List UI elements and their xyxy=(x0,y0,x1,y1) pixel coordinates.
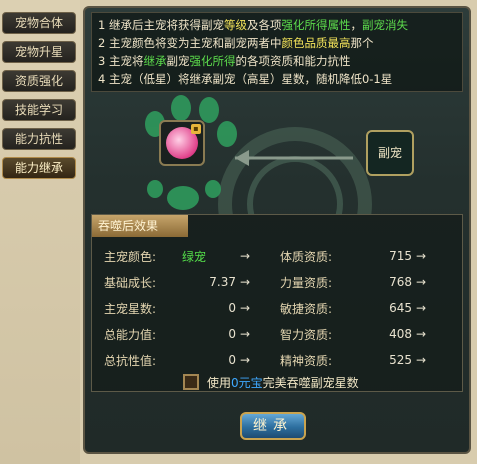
arrow-right-icon: → xyxy=(416,301,427,315)
perfect-devour-option: 使用 0元宝 完美吞噬副宠星数 xyxy=(183,372,359,392)
stat-cell: 主宠颜色: 绿宠 → xyxy=(104,248,280,265)
rule-highlight: 继承 xyxy=(143,54,167,68)
stat-label: 主宠颜色: xyxy=(104,249,157,264)
stat-row: 基础成长: 7.37 → 力量资质: 768 → xyxy=(104,269,456,295)
rule-highlight: 颜色品质最高 xyxy=(281,36,351,50)
arrow-right-icon: → xyxy=(240,327,251,341)
arrow-right-icon: → xyxy=(416,275,427,289)
arrow-right-icon: → xyxy=(240,353,251,367)
main-pet-slot[interactable]: ▪ xyxy=(159,120,205,166)
stat-cell: 敏捷资质: 645 → xyxy=(280,300,456,317)
rule-line: 3 主宠将继承副宠强化所得的各项资质和能力抗性 xyxy=(98,52,456,70)
inherit-button[interactable]: 继承 xyxy=(240,412,306,440)
inherit-illustration: ▪ 副宠 xyxy=(85,94,469,214)
rule-highlight: 强化所得 xyxy=(189,54,236,68)
arrow-right-icon: → xyxy=(240,249,251,263)
stat-label: 体质资质: xyxy=(280,249,333,264)
stat-label: 敏捷资质: xyxy=(280,301,333,316)
rule-text: 及各项 xyxy=(246,18,282,32)
vice-pet-label: 副宠 xyxy=(377,146,402,160)
option-text: 使用 xyxy=(207,375,232,390)
stat-value: 0 xyxy=(228,327,236,341)
rule-text: 2 主宠颜色将变为主宠和副宠两者中 xyxy=(98,36,282,50)
tab-label: 能力抗性 xyxy=(14,132,63,146)
stat-row: 主宠星数: 0 → 敏捷资质: 645 → xyxy=(104,295,456,321)
tab-label: 技能学习 xyxy=(14,103,63,117)
stat-row: 总能力值: 0 → 智力资质: 408 → xyxy=(104,321,456,347)
rule-highlight: 等级 xyxy=(223,18,247,32)
tab-ability-resist[interactable]: 能力抗性 xyxy=(2,128,76,150)
tab-label: 能力继承 xyxy=(14,161,63,175)
tab-pet-star-up[interactable]: 宠物升星 xyxy=(2,41,76,63)
rules-box: 1 继承后主宠将获得副宠等级及各项强化所得属性，副宠消失 2 主宠颜色将变为主宠… xyxy=(91,12,463,92)
arrow-right-icon: → xyxy=(416,327,427,341)
tab-pet-merge[interactable]: 宠物合体 xyxy=(2,12,76,34)
stat-value: 0 xyxy=(228,353,236,367)
option-cost: 0元宝 xyxy=(231,375,263,390)
lock-icon: ▪ xyxy=(191,124,201,134)
tab-label: 宠物合体 xyxy=(14,16,63,30)
stat-row: 总抗性值: 0 → 精神资质: 525 → xyxy=(104,347,456,373)
rule-text: 1 继承后主宠将获得副宠 xyxy=(98,18,224,32)
stat-value: 525 xyxy=(389,353,412,367)
stat-label: 总能力值: xyxy=(104,327,157,342)
perfect-devour-checkbox[interactable] xyxy=(183,374,199,390)
stat-value: 768 xyxy=(389,275,412,289)
tab-skill-learn[interactable]: 技能学习 xyxy=(2,99,76,121)
pet-inherit-window: 宠物合体 宠物升星 资质强化 技能学习 能力抗性 能力继承 1 继承后主宠将获得… xyxy=(0,0,477,464)
tab-ability-inherit[interactable]: 能力继承 xyxy=(2,157,76,179)
arrow-right-icon: → xyxy=(240,301,251,315)
stat-value: 绿宠 xyxy=(182,249,207,264)
stat-label: 主宠星数: xyxy=(104,301,157,316)
arrow-right-icon: → xyxy=(416,353,427,367)
stat-cell: 精神资质: 525 → xyxy=(280,352,456,369)
rule-highlight: 强化所得属性 xyxy=(281,18,351,32)
option-text: 完美吞噬副宠星数 xyxy=(262,375,359,390)
rule-text: 的各项资质和能力抗性 xyxy=(235,54,351,68)
inherit-panel: 1 继承后主宠将获得副宠等级及各项强化所得属性，副宠消失 2 主宠颜色将变为主宠… xyxy=(83,6,471,454)
stat-label: 基础成长: xyxy=(104,275,157,290)
stat-cell: 智力资质: 408 → xyxy=(280,326,456,343)
tab-label: 资质强化 xyxy=(14,74,63,88)
rule-line: 2 主宠颜色将变为主宠和副宠两者中颜色品质最高那个 xyxy=(98,34,456,52)
stat-cell: 体质资质: 715 → xyxy=(280,248,456,265)
rule-line: 1 继承后主宠将获得副宠等级及各项强化所得属性，副宠消失 xyxy=(98,16,456,34)
stat-label: 精神资质: xyxy=(280,353,333,368)
rule-text: 4 主宠（低星）将继承副宠（高星）星数，随机降低0-1星 xyxy=(98,72,393,86)
vice-pet-slot[interactable]: 副宠 xyxy=(366,130,414,176)
rule-highlight: 副宠消失 xyxy=(361,18,408,32)
rule-text: 3 主宠将 xyxy=(98,54,144,68)
rule-text: ， xyxy=(350,18,362,32)
arrow-right-icon: → xyxy=(240,275,251,289)
rule-text: 副宠 xyxy=(166,54,190,68)
stat-value: 715 xyxy=(389,249,412,263)
stat-cell: 基础成长: 7.37 → xyxy=(104,274,280,291)
stat-value: 645 xyxy=(389,301,412,315)
stat-row: 主宠颜色: 绿宠 → 体质资质: 715 → xyxy=(104,243,456,269)
result-box: 吞噬后效果 主宠颜色: 绿宠 → 体质资质: 715 → 基础成长: 7.37 … xyxy=(91,214,463,392)
stat-label: 总抗性值: xyxy=(104,353,157,368)
stat-cell: 力量资质: 768 → xyxy=(280,274,456,291)
rule-line: 4 主宠（低星）将继承副宠（高星）星数，随机降低0-1星 xyxy=(98,70,456,88)
result-title: 吞噬后效果 xyxy=(92,215,188,237)
result-stats: 主宠颜色: 绿宠 → 体质资质: 715 → 基础成长: 7.37 → 力量资质… xyxy=(104,243,456,373)
stat-label: 力量资质: xyxy=(280,275,333,290)
tab-label: 宠物升星 xyxy=(14,45,63,59)
stat-value: 0 xyxy=(228,301,236,315)
stat-cell: 总抗性值: 0 → xyxy=(104,352,280,369)
stat-cell: 总能力值: 0 → xyxy=(104,326,280,343)
tab-aptitude-enhance[interactable]: 资质强化 xyxy=(2,70,76,92)
rule-text: 那个 xyxy=(350,36,374,50)
stat-value: 7.37 xyxy=(209,275,236,289)
sidebar: 宠物合体 宠物升星 资质强化 技能学习 能力抗性 能力继承 xyxy=(0,0,80,464)
arrow-right-icon: → xyxy=(416,249,427,263)
stat-cell: 主宠星数: 0 → xyxy=(104,300,280,317)
stat-value: 408 xyxy=(389,327,412,341)
stat-label: 智力资质: xyxy=(280,327,333,342)
